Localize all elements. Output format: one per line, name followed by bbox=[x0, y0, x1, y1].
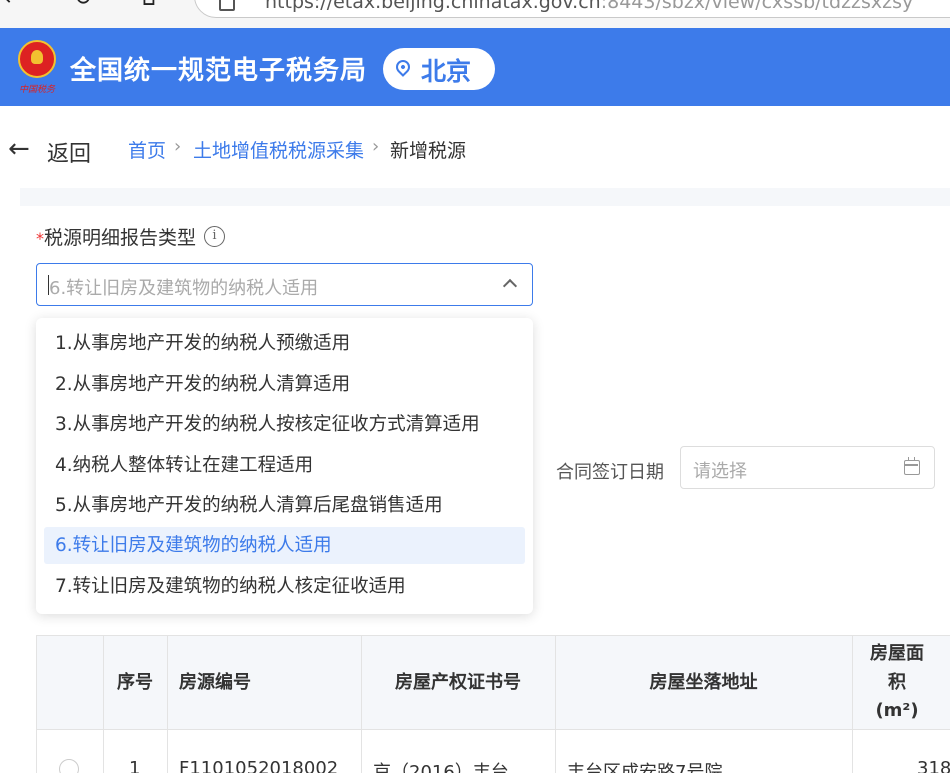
dropdown-option[interactable]: 2.从事房地产开发的纳税人清算适用 bbox=[44, 366, 525, 403]
browser-reload-icon[interactable]: ↻ bbox=[70, 0, 96, 12]
contract-date-label: 合同签订日期 bbox=[556, 462, 664, 483]
dropdown-option-selected[interactable]: 6.转让旧房及建筑物的纳税人适用 bbox=[44, 527, 525, 564]
url-text: https://etax.beijing.chinatax.gov.cn:844… bbox=[265, 0, 913, 13]
url-host: https://etax.beijing.chinatax.gov.cn bbox=[265, 0, 601, 13]
table-cell: 1 bbox=[129, 758, 141, 773]
url-path: :8443/sbzx/view/cxssb/tdzzsxzsy bbox=[600, 0, 914, 13]
content-top-strip bbox=[20, 188, 950, 206]
logo-text: 中国税务 bbox=[18, 85, 55, 95]
report-type-dropdown: 1.从事房地产开发的纳税人预缴适用 2.从事房地产开发的纳税人清算适用 3.从事… bbox=[36, 318, 533, 614]
breadcrumb-land-tax[interactable]: 土地增值税税源采集 bbox=[193, 136, 364, 163]
required-mark: * bbox=[36, 229, 44, 248]
column-header: 序号 bbox=[117, 671, 153, 693]
dropdown-option[interactable]: 4.纳税人整体转让在建工程适用 bbox=[44, 447, 525, 484]
dropdown-option[interactable]: 1.从事房地产开发的纳税人预缴适用 bbox=[44, 325, 525, 362]
column-divider bbox=[852, 636, 853, 773]
column-header: 房屋面积(m²) bbox=[870, 642, 924, 722]
region-selector[interactable]: 北京 bbox=[383, 48, 495, 90]
region-label: 北京 bbox=[421, 57, 472, 86]
breadcrumb-current: 新增税源 bbox=[390, 140, 467, 162]
property-table: 序号 房源编号 房屋产权证书号 房屋坐落地址 房屋面积(m²) 1 F11010… bbox=[36, 635, 950, 773]
dropdown-option[interactable]: 7.转让旧房及建筑物的纳税人核定征收适用 bbox=[44, 568, 525, 605]
info-icon[interactable]: i bbox=[204, 226, 225, 247]
column-header: 房屋坐落地址 bbox=[649, 671, 758, 693]
tax-logo: 中国税务 bbox=[14, 40, 60, 96]
contract-date-picker[interactable]: 请选择 bbox=[680, 446, 935, 489]
dropdown-option[interactable]: 3.从事房地产开发的纳税人按核定征收方式清算适用 bbox=[44, 406, 525, 443]
table-cell: 318 bbox=[917, 758, 950, 773]
report-type-select-value: 6.转让旧房及建筑物的纳税人适用 bbox=[49, 278, 319, 299]
table-cell: F1101052018002 bbox=[179, 758, 339, 773]
table-cell: 京（2016）丰台 bbox=[373, 762, 509, 773]
site-title: 全国统一规范电子税务局 bbox=[70, 56, 368, 86]
contract-date-placeholder: 请选择 bbox=[693, 461, 747, 482]
back-arrow-icon[interactable]: ← bbox=[8, 136, 30, 162]
lock-icon bbox=[219, 0, 235, 11]
location-pin-icon bbox=[393, 57, 413, 77]
column-header: 房屋产权证书号 bbox=[395, 671, 521, 693]
breadcrumb-home[interactable]: 首页 bbox=[128, 136, 166, 163]
calendar-icon[interactable] bbox=[904, 457, 920, 475]
dropdown-option[interactable]: 5.从事房地产开发的纳税人清算后尾盘销售适用 bbox=[44, 487, 525, 524]
emblem-icon bbox=[18, 40, 56, 78]
browser-toolbar: ← ↻ ⌂ https://etax.beijing.chinatax.gov.… bbox=[0, 0, 950, 28]
report-type-label-text: 税源明细报告类型 bbox=[44, 227, 197, 249]
row-select-radio[interactable] bbox=[59, 759, 79, 773]
chevron-up-icon[interactable] bbox=[502, 278, 518, 294]
table-cell: 丰台区成安路7号院 bbox=[567, 762, 723, 773]
browser-home-icon[interactable]: ⌂ bbox=[136, 0, 162, 12]
column-header: 房源编号 bbox=[179, 671, 251, 693]
report-type-label: *税源明细报告类型 bbox=[36, 223, 196, 250]
page-nav: ← 返回 首页 › 土地增值税税源采集 › 新增税源 bbox=[0, 106, 950, 188]
address-bar[interactable]: https://etax.beijing.chinatax.gov.cn:844… bbox=[194, 0, 950, 18]
breadcrumb-separator-icon: › bbox=[372, 136, 380, 157]
browser-back-icon[interactable]: ← bbox=[0, 0, 26, 12]
report-type-select[interactable]: 6.转让旧房及建筑物的纳税人适用 bbox=[36, 263, 533, 306]
back-button[interactable]: 返回 bbox=[47, 136, 91, 168]
breadcrumb-separator-icon: › bbox=[174, 136, 182, 157]
site-header: 中国税务 全国统一规范电子税务局 北京 bbox=[0, 28, 950, 106]
